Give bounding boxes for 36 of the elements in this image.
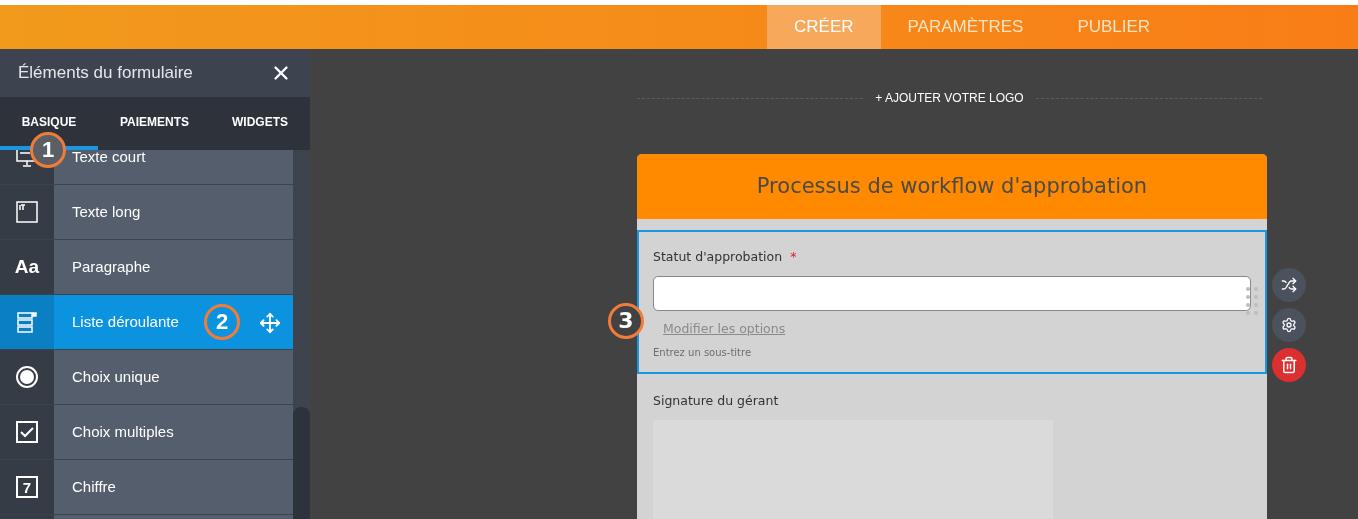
- scrollbar-thumb[interactable]: [293, 407, 310, 519]
- step-marker: 3: [608, 303, 644, 339]
- checkbox-icon: [16, 421, 38, 443]
- form-title: Processus de workflow d'approbation: [756, 172, 1148, 200]
- form-field[interactable]: Statut d'approbation * Modifier les options Entrez un sous-titre: [637, 230, 1267, 374]
- list-icon: [16, 311, 38, 333]
- number-icon: 7: [16, 476, 38, 498]
- add-logo-link[interactable]: + AJOUTER VOTRE LOGO: [875, 89, 1024, 107]
- panel-title: Éléments du formulaire: [18, 62, 193, 85]
- panel-tab[interactable]: WIDGETS: [211, 97, 309, 150]
- dropdown-field[interactable]: [653, 275, 1251, 311]
- gear-icon: [1281, 317, 1297, 333]
- text-area-icon: [16, 201, 38, 223]
- element-item[interactable]: Aa Paragraphe: [0, 240, 293, 295]
- required-mark: *: [790, 248, 797, 266]
- radio-icon: [15, 365, 39, 389]
- drag-handle-icon[interactable]: [1245, 286, 1259, 316]
- element-item[interactable]: Choix unique: [0, 350, 293, 405]
- panel-tab[interactable]: PAIEMENTS: [98, 97, 211, 150]
- subtitle-field[interactable]: Entrez un sous-titre: [653, 344, 752, 360]
- move-cursor-icon: [259, 312, 281, 334]
- shuffle-button[interactable]: [1272, 268, 1306, 302]
- delete-button[interactable]: [1272, 348, 1306, 382]
- shuffle-icon: [1281, 277, 1297, 293]
- trash-icon: [1280, 356, 1298, 374]
- field-label: Statut d'approbation: [653, 248, 783, 266]
- element-item[interactable]: Texte long: [0, 185, 293, 240]
- form-field[interactable]: Signature du gérant: [637, 374, 1267, 519]
- text-icon: Aa: [14, 252, 40, 282]
- step-marker: 1: [30, 132, 66, 168]
- settings-button[interactable]: [1272, 308, 1306, 342]
- field-label: Signature du gérant: [653, 392, 779, 410]
- element-item[interactable]: Choix multiples: [0, 405, 293, 460]
- step-marker: 2: [204, 304, 240, 340]
- element-item[interactable]: 7 Chiffre: [0, 460, 293, 515]
- element-item[interactable]: Liste déroulante 2: [0, 295, 293, 350]
